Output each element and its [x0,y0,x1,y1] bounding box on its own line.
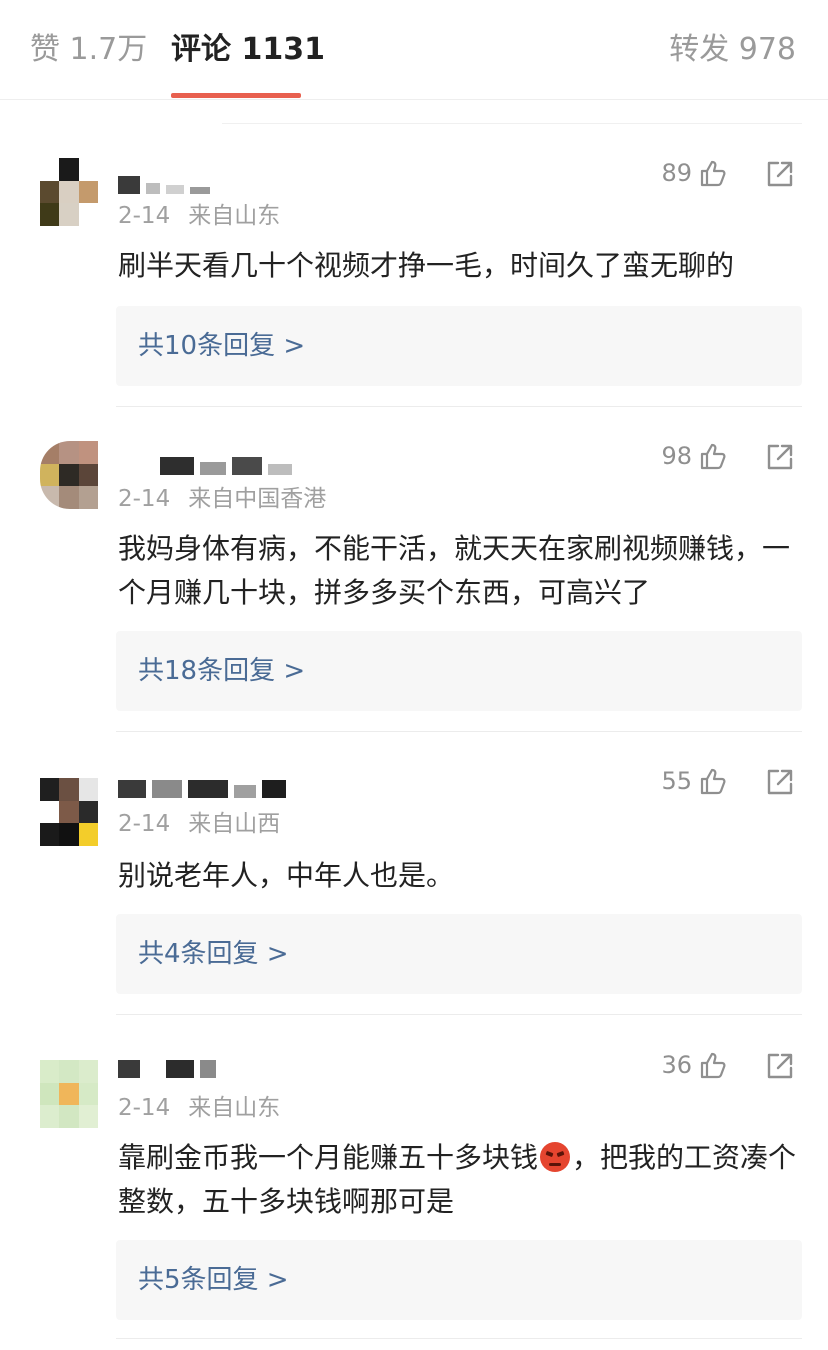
replies-box[interactable]: 共5条回复 > [116,1240,802,1320]
comment-date: 2-14 [118,811,171,837]
tab-reposts[interactable]: 转发 978 [669,28,796,72]
avatar[interactable] [40,1060,98,1128]
like-count: 89 [661,159,692,187]
separator-line [222,123,802,124]
username-blurred[interactable] [118,1060,216,1078]
comment-divider [116,406,802,407]
active-tab-indicator [171,93,301,98]
comment-location: 来自山西 [188,811,281,837]
like-count: 98 [661,442,692,470]
thumbs-up-icon [700,1052,726,1079]
comment-date: 2-14 [118,486,171,512]
comment-meta: 2-14 来自中国香港 [118,479,326,513]
username-blurred[interactable] [118,176,210,194]
like-count: 55 [661,767,692,795]
comment-divider [116,1014,802,1015]
comment-text: 靠刷金币我一个月能赚五十多块钱 ，把我的工资凑个整数，五十多块钱啊那可是 [118,1136,808,1224]
comment-tabs-bar: 赞 1.7万 评论 1131 转发 978 [0,0,828,100]
share-arrow-icon[interactable] [764,441,796,473]
comment-date: 2-14 [118,1095,171,1121]
avatar[interactable] [40,778,98,846]
thumbs-up-icon [700,160,726,187]
view-replies-link[interactable]: 共4条回复 > [138,934,289,974]
comment-text: 刷半天看几十个视频才挣一毛，时间久了蛮无聊的 [118,249,735,282]
comment-location: 来自中国香港 [188,486,327,512]
username-blurred[interactable] [118,780,286,798]
comment-text: 我妈身体有病，不能干活，就天天在家刷视频赚钱，一个月赚几十块，拼多多买个东西，可… [118,532,791,609]
comment-location: 来自山东 [188,203,281,229]
avatar[interactable] [40,158,98,226]
like-button[interactable]: 89 [661,158,728,188]
like-button[interactable]: 98 [661,441,728,471]
view-replies-link[interactable]: 共10条回复 > [138,326,305,366]
share-arrow-icon[interactable] [764,766,796,798]
view-replies-link[interactable]: 共18条回复 > [138,651,305,691]
tabs-divider [0,99,828,100]
comment-divider [116,1338,802,1339]
view-replies-link[interactable]: 共5条回复 > [138,1260,289,1300]
comment-text-part: 靠刷金币我一个月能赚五十多块钱 [118,1141,539,1174]
share-arrow-icon[interactable] [764,1050,796,1082]
like-button[interactable]: 55 [661,766,728,796]
comment-meta: 2-14 来自山东 [118,196,280,230]
comment-divider [116,731,802,732]
comment-text: 别说老年人，中年人也是。 [118,859,455,892]
comment-meta: 2-14 来自山东 [118,1088,280,1122]
comment-location: 来自山东 [188,1095,281,1121]
username-blurred[interactable] [160,457,292,475]
comment-date: 2-14 [118,203,171,229]
tab-comments[interactable]: 评论 1131 [171,28,325,72]
avatar[interactable] [40,441,98,509]
share-arrow-icon[interactable] [764,158,796,190]
tab-likes[interactable]: 赞 1.7万 [30,28,147,72]
like-button[interactable]: 36 [661,1050,728,1080]
angry-face-emoji [540,1142,571,1172]
thumbs-up-icon [700,443,726,470]
comment-meta: 2-14 来自山西 [118,804,280,838]
like-count: 36 [661,1051,692,1079]
replies-box[interactable]: 共18条回复 > [116,631,802,711]
thumbs-up-icon [700,768,726,795]
replies-box[interactable]: 共4条回复 > [116,914,802,994]
replies-box[interactable]: 共10条回复 > [116,306,802,386]
